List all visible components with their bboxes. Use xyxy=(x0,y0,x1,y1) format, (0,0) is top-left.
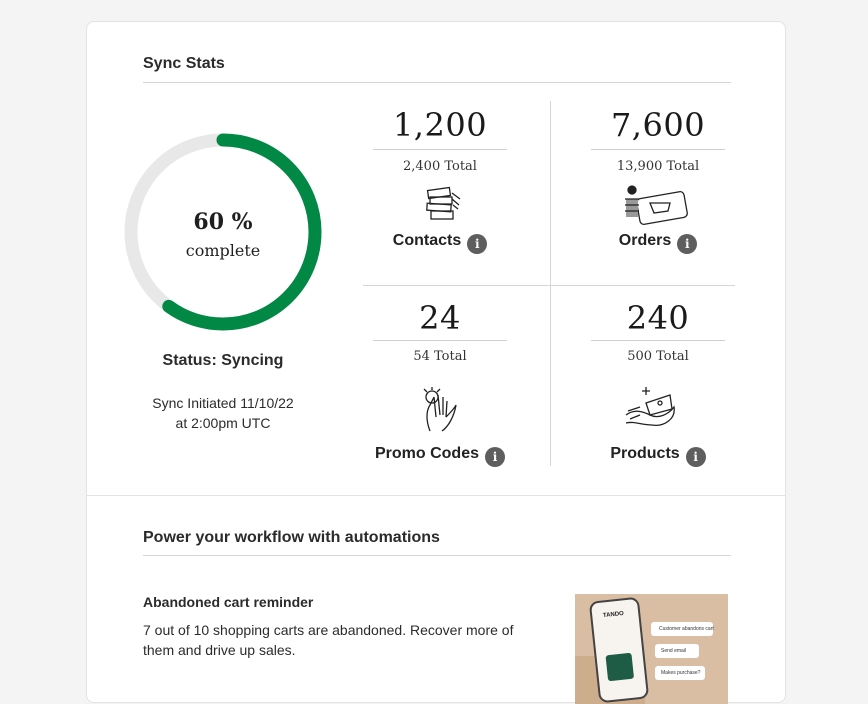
stat-products-total: 500 Total xyxy=(627,349,689,364)
automations-divider xyxy=(143,555,731,556)
info-icon[interactable]: i xyxy=(467,234,488,254)
stat-contacts-value: 1,200 xyxy=(392,106,488,144)
stat-promo-codes-label: Promo Codes xyxy=(374,445,479,462)
stat-promo-codes-divider xyxy=(373,340,507,341)
stat-orders-divider xyxy=(591,149,725,150)
stat-products-label: Products xyxy=(610,445,680,462)
stat-orders-label-row: Orders i xyxy=(568,232,748,254)
promo-codes-illustration-icon xyxy=(423,387,457,432)
products-illustration-icon xyxy=(625,387,675,426)
stat-contacts-divider xyxy=(373,149,507,150)
automation-item-title[interactable]: Abandoned cart reminder xyxy=(143,594,313,610)
stat-promo-codes-label-row: Promo Codes i xyxy=(350,445,530,467)
stat-products-divider xyxy=(591,340,725,341)
progress-sublabel: complete xyxy=(185,241,261,260)
preview-step: Send email xyxy=(661,648,687,654)
sync-status: Status: Syncing xyxy=(162,352,284,369)
stat-contacts-total: 2,400 Total xyxy=(403,159,477,174)
automation-preview-graphic xyxy=(575,594,728,704)
automations-title: Power your workflow with automations xyxy=(143,529,440,546)
automation-item-description: 7 out of 10 shopping carts are abandoned… xyxy=(143,622,514,658)
info-icon[interactable]: i xyxy=(485,447,505,467)
preview-step: Customer abandons cart xyxy=(659,626,714,632)
contacts-illustration-icon xyxy=(426,186,461,220)
sync-initiated: Sync Initiated 11/10/22 at 2:00pm UTC xyxy=(117,393,329,433)
stat-products-label-row: Products i xyxy=(568,445,748,467)
stat-contacts-label: Contacts xyxy=(392,232,462,249)
sync-initiated-time: at 2:00pm UTC xyxy=(175,415,271,431)
stats-vertical-divider xyxy=(550,101,551,466)
sync-stats-card: Sync Stats 60 % complete Status: Syncing… xyxy=(86,21,786,704)
automation-preview-image[interactable]: TANDO Customer abandons cart Send email … xyxy=(575,594,728,704)
info-icon[interactable]: i xyxy=(685,447,706,467)
stat-orders-label: Orders xyxy=(618,232,672,249)
sync-initiated-date: Sync Initiated 11/10/22 xyxy=(152,395,294,411)
progress-percent: 60 % xyxy=(193,209,253,235)
section-divider xyxy=(87,495,785,496)
stat-contacts-label-row: Contacts i xyxy=(350,232,530,254)
stat-orders-value: 7,600 xyxy=(610,106,706,144)
stat-promo-codes-total: 54 Total xyxy=(413,349,467,364)
sync-stats-title: Sync Stats xyxy=(143,55,225,72)
sync-stats-divider xyxy=(143,82,731,83)
stat-products-value: 240 xyxy=(626,299,690,337)
stat-orders-total: 13,900 Total xyxy=(616,159,700,174)
stat-promo-codes-value: 24 xyxy=(419,299,461,337)
progress-ring: 60 % complete xyxy=(120,129,326,335)
stats-horizontal-divider xyxy=(363,285,735,286)
info-icon[interactable]: i xyxy=(677,234,698,254)
preview-step: Makes purchase? xyxy=(661,670,701,676)
orders-illustration-icon xyxy=(625,185,688,225)
